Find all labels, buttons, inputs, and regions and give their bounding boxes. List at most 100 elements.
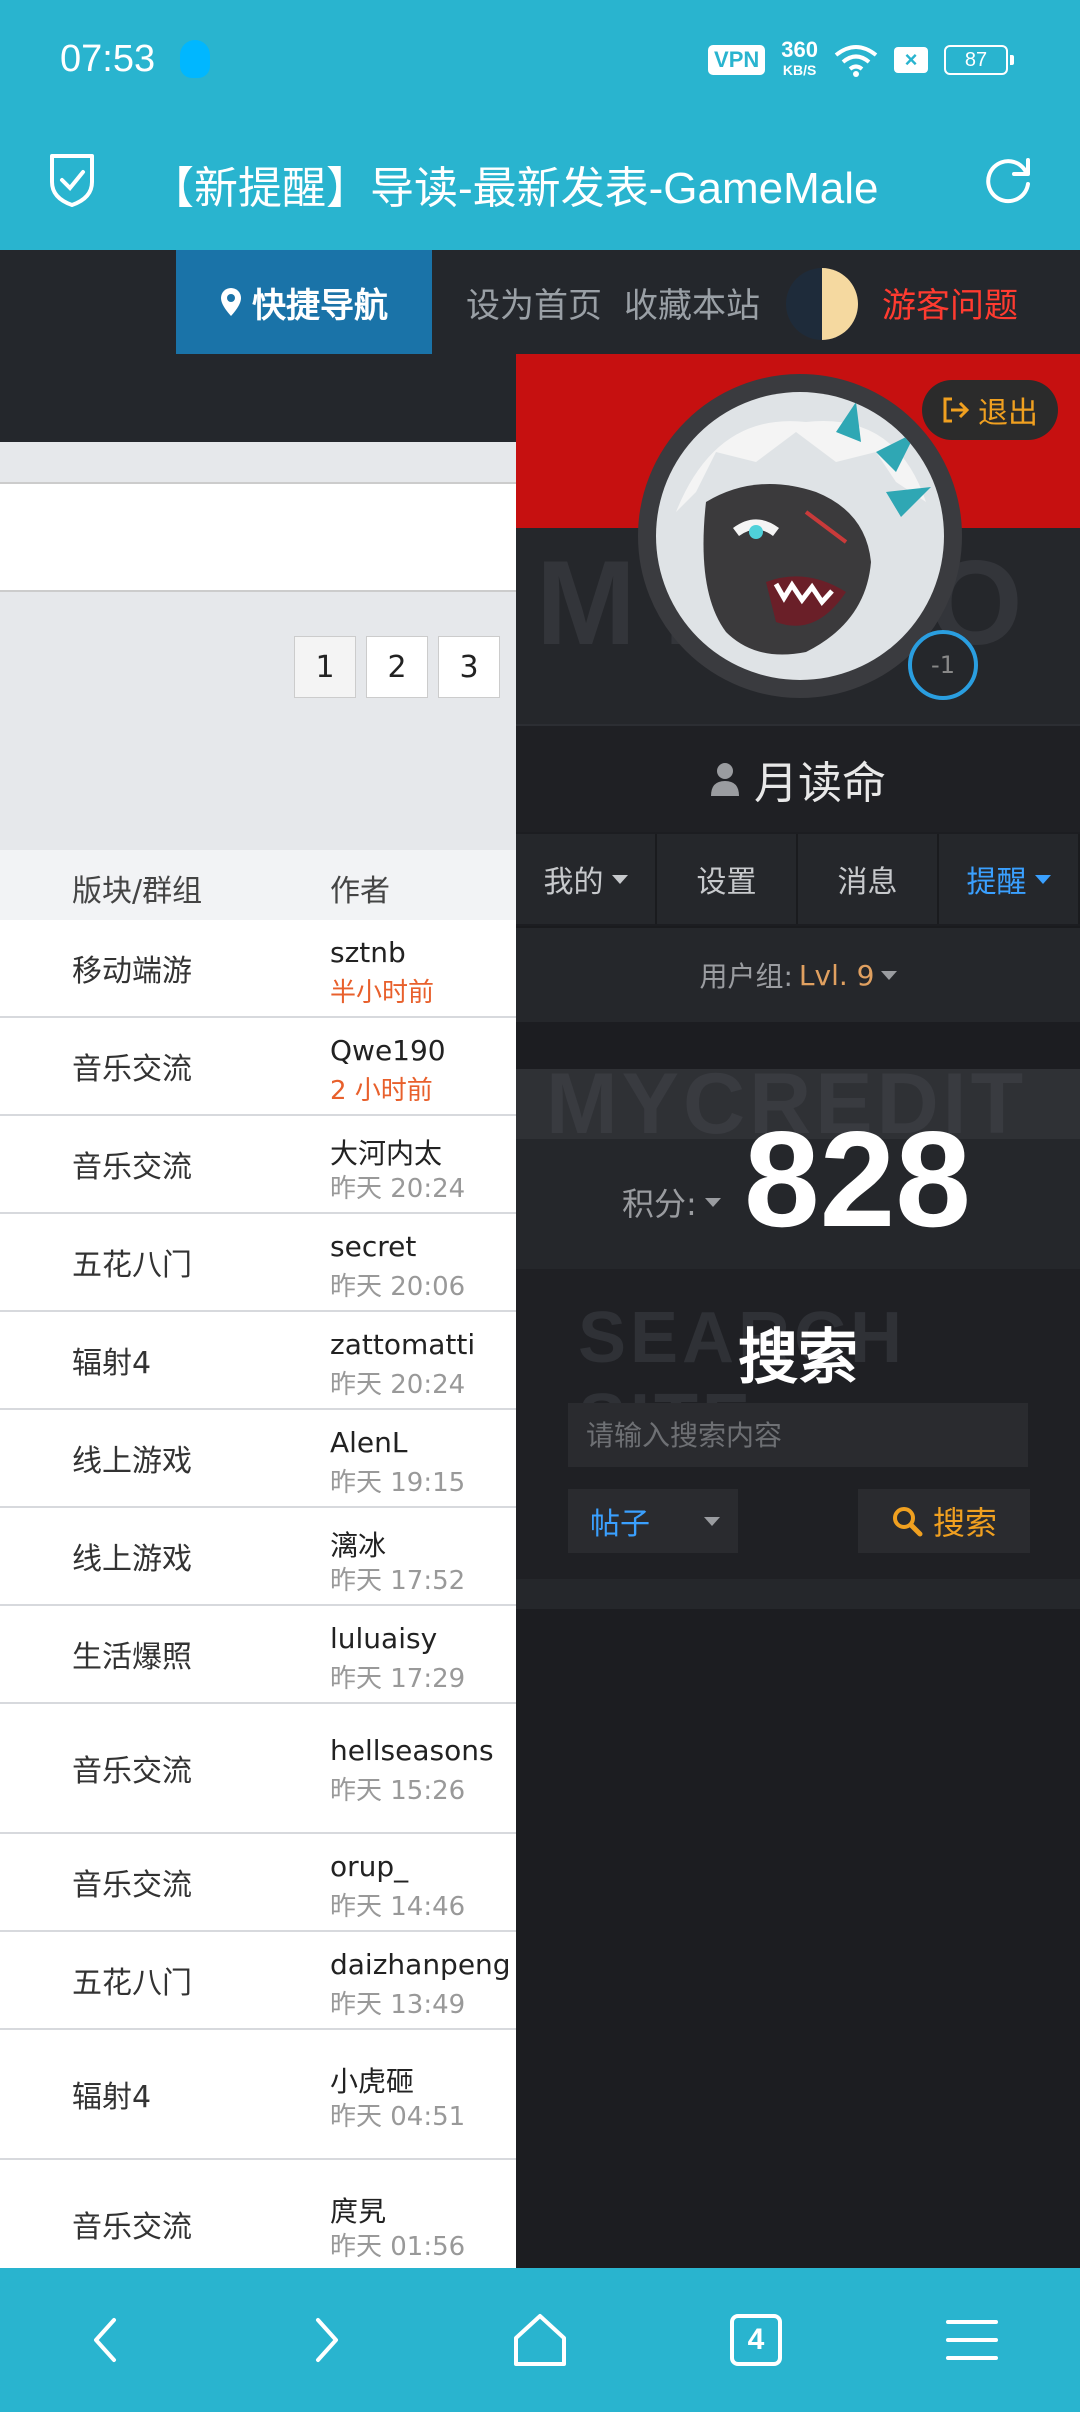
- table-row[interactable]: 音乐交流 hellseasons 昨天 15:26: [0, 1704, 516, 1834]
- table-row[interactable]: 音乐交流 大河内太 昨天 20:24: [0, 1116, 516, 1214]
- row-forum[interactable]: 音乐交流: [72, 1044, 192, 1088]
- row-author[interactable]: AlenL: [330, 1426, 408, 1459]
- row-forum[interactable]: 五花八门: [72, 1240, 192, 1284]
- table-row[interactable]: 辐射4 小虎砸 昨天 04:51: [0, 2030, 516, 2160]
- filter-box[interactable]: [0, 482, 516, 592]
- tab-reminders[interactable]: 提醒: [939, 834, 1080, 924]
- search-type-select[interactable]: 帖子: [568, 1489, 738, 1553]
- page-title: 【新提醒】导读-最新发表-GameMale: [150, 164, 879, 213]
- no-sim-icon: ×: [894, 47, 928, 73]
- refresh-icon[interactable]: [980, 152, 1036, 208]
- table-row[interactable]: 线上游戏 漓冰 昨天 17:52: [0, 1508, 516, 1606]
- row-forum[interactable]: 音乐交流: [72, 1860, 192, 1904]
- menu-icon[interactable]: [940, 2308, 1004, 2372]
- table-row[interactable]: 五花八门 secret 昨天 20:06: [0, 1214, 516, 1312]
- quick-nav-label: 快捷导航: [252, 285, 388, 326]
- row-forum[interactable]: 生活爆照: [72, 1632, 192, 1676]
- quick-nav-button[interactable]: 快捷导航: [176, 250, 432, 354]
- row-author[interactable]: zattomatti: [330, 1328, 475, 1361]
- back-icon[interactable]: [76, 2308, 140, 2372]
- page-2-button[interactable]: 2: [366, 636, 428, 698]
- tab-settings[interactable]: 设置: [657, 834, 798, 924]
- page-1-button[interactable]: 1: [294, 636, 356, 698]
- qq-notification-icon: [180, 40, 210, 78]
- tab-settings-label: 设置: [696, 865, 757, 900]
- row-author[interactable]: 小虎砸: [330, 2060, 414, 2100]
- row-forum[interactable]: 五花八门: [72, 1958, 192, 2002]
- panel-tabs: 我的 设置 消息 提醒: [516, 834, 1080, 924]
- username-bar[interactable]: 月读命: [516, 724, 1080, 832]
- row-time: 昨天 14:46: [330, 1892, 466, 1922]
- moon-theme-icon[interactable]: [786, 268, 858, 340]
- browser-bottom-nav: 4: [0, 2268, 1080, 2412]
- row-forum[interactable]: 辐射4: [72, 2072, 151, 2116]
- tab-messages[interactable]: 消息: [798, 834, 939, 924]
- row-time: 半小时前: [330, 978, 435, 1008]
- guest-issues-link[interactable]: 游客问题: [882, 278, 1018, 327]
- table-row[interactable]: 移动端游 sztnb 半小时前: [0, 920, 516, 1018]
- credit-block: MYCREDIT 积分: 828: [516, 1056, 1080, 1269]
- search-input[interactable]: [568, 1403, 1028, 1467]
- page-3-button[interactable]: 3: [438, 636, 500, 698]
- search-footer: [516, 1579, 1080, 1609]
- row-forum[interactable]: 线上游戏: [72, 1436, 192, 1480]
- row-author[interactable]: orup_: [330, 1850, 408, 1883]
- row-time: 昨天 17:29: [330, 1664, 466, 1694]
- row-forum[interactable]: 音乐交流: [72, 2202, 192, 2246]
- row-author[interactable]: Qwe190: [330, 1034, 446, 1067]
- usergroup-dropdown[interactable]: 用户组: Lvl. 9: [516, 926, 1080, 1022]
- row-author[interactable]: 大河内太: [330, 1132, 442, 1172]
- user-icon: [711, 763, 739, 796]
- table-row[interactable]: 音乐交流 Qwe190 2 小时前: [0, 1018, 516, 1116]
- table-row[interactable]: 辐射4 zattomatti 昨天 20:24: [0, 1312, 516, 1410]
- bookmark-link[interactable]: 收藏本站: [624, 278, 760, 327]
- row-time: 昨天 20:06: [330, 1272, 466, 1302]
- search-icon: [892, 1507, 923, 1537]
- table-row[interactable]: 五花八门 daizhanpeng 昨天 13:49: [0, 1932, 516, 2030]
- search-block: SEARCH SITE 搜索 帖子 搜索: [516, 1269, 1080, 1609]
- set-home-link[interactable]: 设为首页: [466, 278, 602, 327]
- row-forum[interactable]: 辐射4: [72, 1338, 151, 1382]
- row-author[interactable]: hellseasons: [330, 1734, 494, 1767]
- row-author[interactable]: luluaisy: [330, 1622, 437, 1655]
- tab-count-button[interactable]: 4: [730, 2314, 782, 2366]
- net-speed: 360 KB/S: [781, 37, 818, 79]
- credit-value: 828: [744, 1103, 971, 1255]
- row-author[interactable]: daizhanpeng: [330, 1948, 511, 1981]
- row-time: 2 小时前: [330, 1076, 433, 1106]
- credit-dropdown[interactable]: 积分:: [622, 1179, 721, 1225]
- pagination: 1 2 3: [294, 636, 500, 698]
- table-row[interactable]: 音乐交流 orup_ 昨天 14:46: [0, 1834, 516, 1932]
- row-forum[interactable]: 音乐交流: [72, 1142, 192, 1186]
- row-time: 昨天 04:51: [330, 2102, 466, 2132]
- logout-button[interactable]: 退出: [922, 380, 1058, 440]
- forum-column-header: 版块/群组: [72, 874, 203, 909]
- row-forum[interactable]: 移动端游: [72, 946, 192, 990]
- forward-icon[interactable]: [292, 2308, 356, 2372]
- status-time: 07:53: [60, 38, 156, 80]
- table-row[interactable]: 线上游戏 AlenL 昨天 19:15: [0, 1410, 516, 1508]
- shield-check-icon[interactable]: [46, 152, 98, 208]
- browser-title-bar: 【新提醒】导读-最新发表-GameMale: [0, 120, 1080, 250]
- status-bar: 07:53 VPN 360 KB/S × 87: [0, 0, 1080, 120]
- row-author[interactable]: sztnb: [330, 936, 406, 969]
- row-forum[interactable]: 线上游戏: [72, 1534, 192, 1578]
- row-author[interactable]: 庹旯: [330, 2190, 386, 2230]
- search-button[interactable]: 搜索: [858, 1489, 1030, 1553]
- search-type-value: 帖子: [590, 1507, 650, 1542]
- row-author[interactable]: 漓冰: [330, 1524, 386, 1564]
- table-row[interactable]: 生活爆照 luluaisy 昨天 17:29: [0, 1606, 516, 1704]
- table-row[interactable]: 音乐交流 庹旯 昨天 01:56: [0, 2160, 516, 2268]
- vpn-icon: VPN: [708, 45, 766, 75]
- map-pin-icon: [221, 288, 241, 316]
- chevron-down-icon: [704, 1516, 720, 1526]
- row-author[interactable]: secret: [330, 1230, 416, 1263]
- wifi-icon: [834, 45, 878, 77]
- username: 月读命: [754, 758, 886, 809]
- tab-mine-label: 我的: [543, 865, 604, 900]
- home-icon[interactable]: [508, 2308, 572, 2372]
- row-forum[interactable]: 音乐交流: [72, 1746, 192, 1790]
- search-button-label: 搜索: [932, 1504, 997, 1542]
- row-time: 昨天 01:56: [330, 2232, 466, 2262]
- tab-mine[interactable]: 我的: [516, 834, 657, 924]
